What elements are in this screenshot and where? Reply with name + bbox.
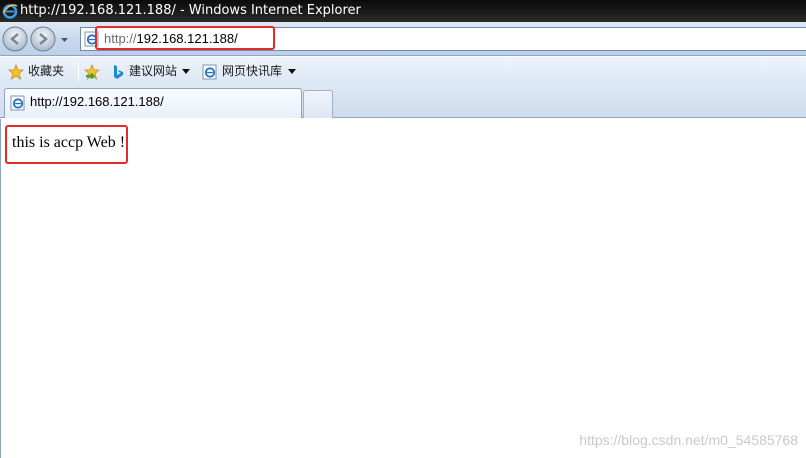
- add-to-favorites-button[interactable]: [84, 57, 104, 86]
- favorites-button[interactable]: 收藏夹: [6, 57, 74, 86]
- history-dropdown-icon[interactable]: [60, 35, 69, 44]
- back-button[interactable]: [2, 26, 28, 52]
- window-title: http://192.168.121.188/ - Windows Intern…: [20, 3, 361, 18]
- forward-arrow-icon: [30, 26, 56, 52]
- page-body-text: this is accp Web !: [12, 134, 126, 151]
- star-icon: [8, 64, 24, 80]
- suggested-sites-button[interactable]: 建议网站: [110, 57, 194, 86]
- url-protocol: http://: [104, 31, 137, 46]
- web-slice-gallery-button[interactable]: 网页快讯库: [202, 57, 300, 86]
- ie-logo-icon: [2, 3, 18, 19]
- url-host: 192.168.121.188/: [136, 31, 238, 46]
- back-arrow-icon: [2, 26, 28, 52]
- add-favorite-star-icon: [84, 64, 100, 80]
- window-title-bar[interactable]: http://192.168.121.188/ - Windows Intern…: [0, 0, 806, 22]
- ie-page-icon: [84, 31, 100, 47]
- tab-row: http://192.168.121.188/: [0, 86, 806, 118]
- web-slice-gallery-dropdown-icon: [288, 69, 296, 74]
- page-content: this is accp Web ! https://blog.csdn.net…: [0, 119, 806, 458]
- suggested-sites-dropdown-icon: [182, 69, 190, 74]
- new-tab-button[interactable]: [303, 90, 333, 118]
- ie-page-icon: [202, 64, 217, 80]
- web-slice-gallery-label: 网页快讯库: [222, 64, 283, 78]
- address-url[interactable]: http://192.168.121.188/: [104, 28, 238, 50]
- address-bar[interactable]: http://192.168.121.188/: [80, 27, 806, 51]
- bing-icon: [114, 65, 123, 79]
- suggested-sites-label: 建议网站: [129, 64, 178, 78]
- favorites-label: 收藏夹: [28, 64, 65, 78]
- favorites-bar: 收藏夹 建议网站 网页快讯库: [0, 57, 806, 86]
- watermark: https://blog.csdn.net/m0_54585768: [579, 432, 798, 448]
- tab-label: http://192.168.121.188/: [30, 94, 164, 109]
- forward-button[interactable]: [30, 26, 56, 52]
- tab-active[interactable]: http://192.168.121.188/: [4, 88, 302, 118]
- ie-page-icon: [10, 95, 26, 111]
- toolbar-separator: [78, 62, 79, 81]
- navigation-bar: http://192.168.121.188/: [0, 22, 806, 56]
